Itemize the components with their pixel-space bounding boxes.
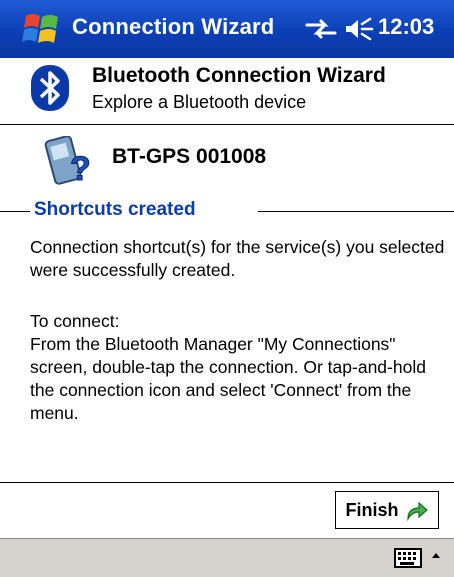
windows-flag-icon[interactable] bbox=[22, 10, 62, 48]
bottom-bar bbox=[0, 538, 454, 577]
group-divider-left bbox=[0, 211, 30, 212]
finish-button[interactable]: Finish bbox=[335, 491, 439, 529]
arrow-right-icon bbox=[406, 501, 428, 521]
instructions: To connect: From the Bluetooth Manager "… bbox=[30, 310, 446, 425]
app-title: Connection Wizard bbox=[72, 14, 275, 39]
group-label: Shortcuts created bbox=[34, 199, 196, 220]
header-divider bbox=[0, 124, 454, 125]
footer-divider bbox=[0, 482, 454, 483]
group-divider-right bbox=[258, 211, 454, 212]
sip-arrow-icon[interactable] bbox=[430, 548, 442, 564]
svg-text:?: ? bbox=[70, 150, 91, 188]
title-bar: Connection Wizard 12:03 bbox=[0, 0, 454, 58]
speaker-icon[interactable] bbox=[344, 16, 374, 42]
header-title: Bluetooth Connection Wizard bbox=[92, 64, 386, 87]
keyboard-icon[interactable] bbox=[394, 548, 422, 568]
finish-label: Finish bbox=[345, 499, 399, 520]
device-name: BT-GPS 001008 bbox=[112, 145, 267, 168]
bluetooth-icon bbox=[31, 65, 69, 111]
header-subtitle: Explore a Bluetooth device bbox=[92, 92, 307, 112]
success-message: Connection shortcut(s) for the service(s… bbox=[30, 237, 445, 280]
connectivity-icon[interactable] bbox=[305, 16, 337, 42]
instructions-heading: To connect: bbox=[30, 311, 120, 331]
instructions-text: From the Bluetooth Manager "My Connectio… bbox=[30, 334, 426, 423]
clock[interactable]: 12:03 bbox=[378, 14, 434, 40]
device-question-icon: ? bbox=[44, 136, 91, 189]
